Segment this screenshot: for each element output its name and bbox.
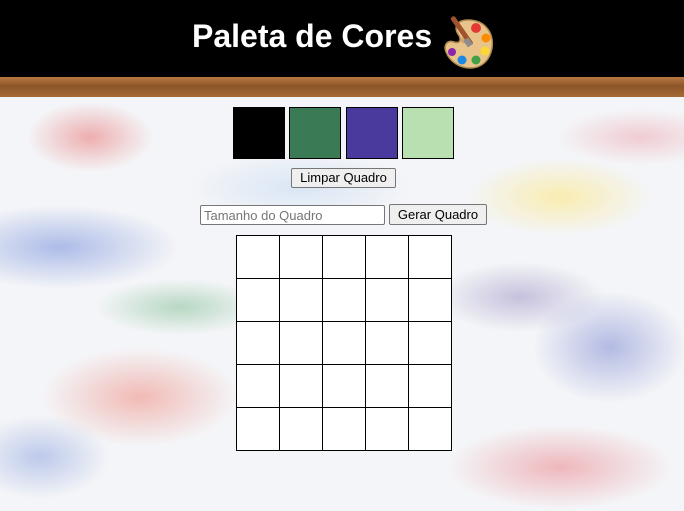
- board-pixel[interactable]: [323, 236, 366, 279]
- artist-palette-icon: [444, 16, 494, 69]
- board-pixel[interactable]: [409, 365, 452, 408]
- board-pixel[interactable]: [323, 322, 366, 365]
- board-pixel[interactable]: [366, 322, 409, 365]
- board-pixel[interactable]: [366, 365, 409, 408]
- board-pixel[interactable]: [366, 236, 409, 279]
- color-swatch-purple[interactable]: [346, 107, 398, 159]
- clear-board-button[interactable]: Limpar Quadro: [291, 168, 396, 188]
- board-pixel[interactable]: [409, 408, 452, 451]
- color-swatch-black[interactable]: [233, 107, 285, 159]
- board-pixel[interactable]: [237, 365, 280, 408]
- board-pixel[interactable]: [323, 279, 366, 322]
- wood-strip: [0, 77, 684, 97]
- board-pixel[interactable]: [366, 408, 409, 451]
- board-pixel[interactable]: [237, 322, 280, 365]
- board-pixel[interactable]: [323, 365, 366, 408]
- pixel-board: [236, 235, 452, 451]
- board-pixel[interactable]: [237, 279, 280, 322]
- board-pixel[interactable]: [280, 365, 323, 408]
- board-pixel[interactable]: [409, 322, 452, 365]
- board-pixel[interactable]: [237, 236, 280, 279]
- color-swatch-light-green[interactable]: [402, 107, 454, 159]
- board-size-input[interactable]: [200, 205, 385, 225]
- board-pixel[interactable]: [366, 279, 409, 322]
- header: Paleta de Cores: [0, 0, 684, 77]
- board-pixel[interactable]: [280, 279, 323, 322]
- page-title: Paleta de Cores: [192, 18, 433, 54]
- board-pixel[interactable]: [323, 408, 366, 451]
- board-pixel[interactable]: [409, 279, 452, 322]
- generate-board-button[interactable]: Gerar Quadro: [389, 204, 487, 225]
- board-pixel[interactable]: [280, 322, 323, 365]
- board-pixel[interactable]: [280, 408, 323, 451]
- board-pixel[interactable]: [280, 236, 323, 279]
- color-swatch-green[interactable]: [289, 107, 341, 159]
- board-pixel[interactable]: [409, 236, 452, 279]
- board-pixel[interactable]: [237, 408, 280, 451]
